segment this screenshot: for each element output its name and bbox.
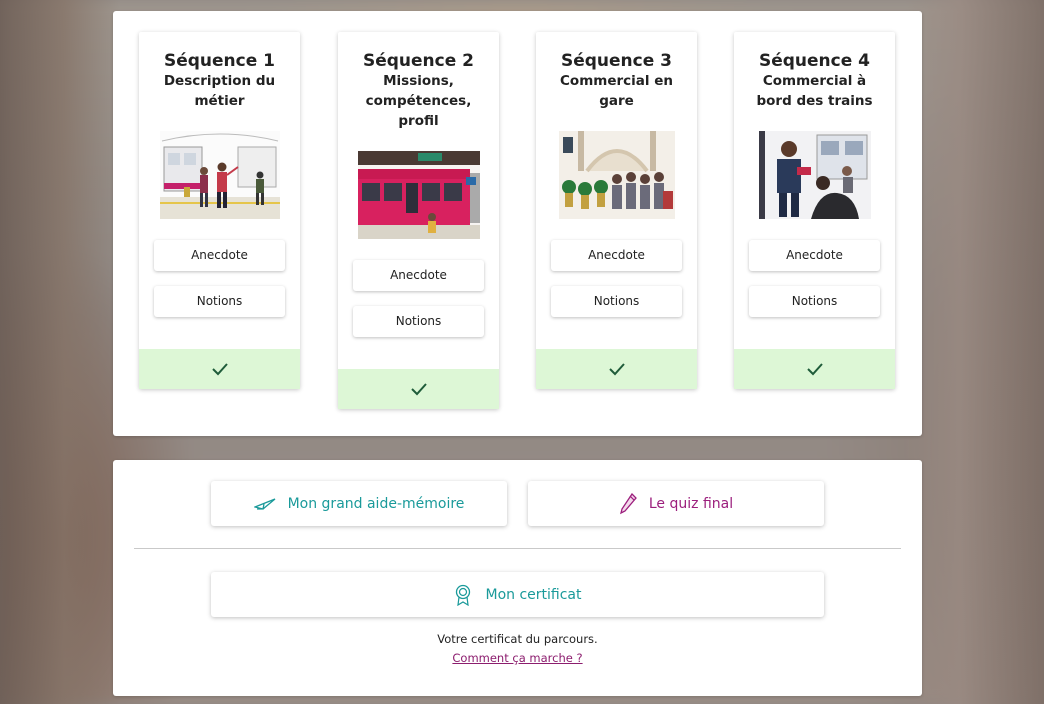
check-icon	[806, 363, 823, 376]
completed-status	[338, 369, 499, 409]
sequence-subtitle: Description du métier	[163, 73, 276, 109]
section-divider	[134, 548, 901, 549]
how-it-works-link[interactable]: Comment ça marche ?	[452, 651, 582, 665]
notions-button[interactable]: Notions	[353, 306, 484, 337]
sequence-subtitle: Commercial en gare	[560, 73, 673, 109]
certificate-button[interactable]: Mon certificat	[211, 572, 824, 617]
sequence-card-2[interactable]: Séquence 2 Missions, compétences, profil…	[338, 32, 499, 409]
background-figure-left	[0, 0, 120, 704]
anecdote-button[interactable]: Anecdote	[353, 260, 484, 291]
sequence-subtitle: Commercial à bord des trains	[756, 73, 873, 109]
rosette-icon	[455, 584, 470, 606]
aide-memoire-button[interactable]: Mon grand aide-mémoire	[211, 481, 507, 526]
notions-button[interactable]: Notions	[154, 286, 285, 317]
sequence-illustration	[758, 131, 871, 219]
pencil-icon	[619, 492, 637, 514]
sequence-card-4[interactable]: Séquence 4 Commercial à bord des trains …	[734, 32, 895, 389]
notions-button[interactable]: Notions	[551, 286, 682, 317]
sequence-title: Séquence 1	[163, 51, 276, 71]
notions-button[interactable]: Notions	[749, 286, 880, 317]
sequence-title: Séquence 3	[560, 51, 673, 71]
sequence-subtitle: Missions, compétences, profil	[365, 73, 472, 129]
sequence-title: Séquence 2	[362, 51, 475, 71]
certificate-description: Votre certificat du parcours.	[437, 632, 598, 646]
sequence-title: Séquence 4	[758, 51, 871, 71]
quiz-final-button[interactable]: Le quiz final	[528, 481, 824, 526]
sequence-illustration	[357, 151, 480, 239]
check-icon	[410, 383, 427, 396]
completed-status	[139, 349, 300, 389]
anecdote-button[interactable]: Anecdote	[551, 240, 682, 271]
actions-panel: Mon grand aide-mémoire Le quiz final Mon…	[113, 460, 922, 696]
check-icon	[211, 363, 228, 376]
completed-status	[734, 349, 895, 389]
certificate-label: Mon certificat	[485, 586, 582, 603]
help-link-row: Comment ça marche ?	[113, 651, 922, 665]
sequence-illustration	[558, 131, 675, 219]
quiz-final-label: Le quiz final	[648, 495, 734, 512]
paper-plane-icon	[253, 497, 275, 510]
sequence-card-3[interactable]: Séquence 3 Commercial en gare Anecdote N…	[536, 32, 697, 389]
check-icon	[608, 363, 625, 376]
sequence-illustration	[159, 131, 280, 219]
background-figure-right	[904, 0, 1044, 704]
anecdote-button[interactable]: Anecdote	[749, 240, 880, 271]
sequence-card-1[interactable]: Séquence 1 Description du métier Anecdot…	[139, 32, 300, 389]
anecdote-button[interactable]: Anecdote	[154, 240, 285, 271]
sequences-panel: Séquence 1 Description du métier Anecdot…	[113, 11, 922, 436]
completed-status	[536, 349, 697, 389]
aide-memoire-label: Mon grand aide-mémoire	[287, 495, 465, 512]
